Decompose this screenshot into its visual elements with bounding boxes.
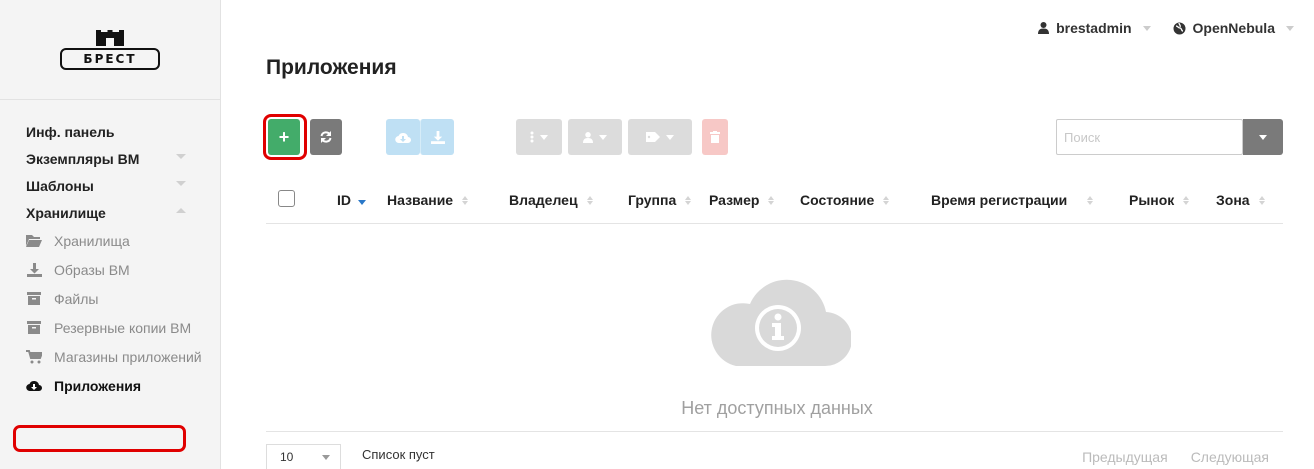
user-icon [583, 131, 593, 143]
user-icon [1038, 22, 1050, 34]
download-icon [26, 262, 42, 277]
sidebar-item-label: Экземпляры ВМ [26, 150, 140, 167]
chevron-down-icon [1286, 25, 1294, 31]
sidebar-item-label: Резервные копии ВМ [54, 319, 192, 336]
table-header: ID Название Владелец Группа Размер Состо… [266, 186, 1283, 224]
sort-icon [1258, 195, 1265, 205]
create-button-highlight [263, 114, 307, 160]
column-header-marketplace[interactable]: Рынок [1129, 192, 1190, 208]
page-size-select[interactable]: 10 [266, 444, 341, 469]
chevron-down-icon [1259, 134, 1267, 140]
sort-icon [586, 195, 593, 205]
import-button[interactable] [386, 119, 420, 155]
sidebar-item-templates[interactable]: Шаблоны [0, 172, 220, 199]
sort-icon [462, 195, 469, 205]
column-header-name[interactable]: Название [387, 192, 469, 208]
table-status: Список пуст [362, 447, 435, 462]
sidebar-item-label: Файлы [54, 290, 99, 307]
prev-page-button[interactable]: Предыдущая [1082, 449, 1168, 465]
tag-icon [646, 132, 660, 142]
shopping-cart-icon [26, 349, 42, 364]
sidebar-item-storage[interactable]: Хранилище [0, 199, 220, 226]
column-header-group[interactable]: Группа [628, 192, 692, 208]
chevron-down-icon [666, 134, 674, 140]
user-name: brestadmin [1056, 20, 1132, 36]
sidebar-item-marketplaces[interactable]: Магазины приложений [0, 342, 220, 371]
logo-area: БРЕСТ [0, 0, 220, 100]
cloud-download-icon [395, 132, 411, 143]
labels-dropdown[interactable] [628, 119, 692, 155]
more-vertical-icon [530, 131, 534, 143]
actions-dropdown[interactable] [516, 119, 562, 155]
sidebar-item-images[interactable]: Образы ВМ [0, 255, 220, 284]
logo-tower-icon [96, 29, 124, 46]
active-item-highlight [13, 425, 186, 452]
sidebar-item-files[interactable]: Файлы [0, 284, 220, 313]
logo-text: БРЕСТ [60, 47, 160, 70]
sort-icon [1183, 195, 1190, 205]
column-header-zone[interactable]: Зона [1216, 192, 1265, 208]
logo[interactable]: БРЕСТ [58, 29, 162, 70]
empty-cloud-info-icon [711, 279, 851, 367]
sidebar-nav: Инф. панель Экземпляры ВМ Шаблоны Хранил… [0, 118, 220, 400]
folder-open-icon [26, 234, 42, 248]
page-title: Приложения [266, 56, 397, 79]
sidebar-item-label: Хранилища [54, 232, 130, 249]
column-header-owner[interactable]: Владелец [509, 192, 593, 208]
chevron-up-icon [176, 208, 186, 213]
delete-button[interactable] [702, 119, 728, 155]
sort-icon [883, 195, 890, 205]
sort-icon [1087, 195, 1094, 205]
search-input[interactable] [1056, 119, 1243, 155]
sidebar-item-label: Хранилище [26, 204, 106, 221]
user-menu[interactable]: brestadmin [1038, 20, 1151, 36]
sort-icon [685, 195, 692, 205]
sort-desc-icon [358, 199, 366, 205]
next-page-button[interactable]: Следующая [1191, 449, 1269, 465]
refresh-button[interactable] [310, 119, 342, 155]
ownership-dropdown[interactable] [568, 119, 622, 155]
pagination: Предыдущая Следующая [1082, 449, 1269, 465]
chevron-down-icon [322, 455, 330, 460]
select-all-checkbox[interactable] [278, 190, 295, 207]
empty-message: Нет доступных данных [681, 398, 873, 418]
column-header-size[interactable]: Размер [709, 192, 775, 208]
download-button[interactable] [420, 119, 454, 155]
chevron-down-icon [176, 154, 186, 159]
download-icon [430, 130, 445, 144]
sidebar-item-label: Образы ВМ [54, 261, 130, 278]
sidebar-item-backups[interactable]: Резервные копии ВМ [0, 313, 220, 342]
globe-icon [1173, 22, 1186, 34]
topbar: brestadmin OpenNebula [1038, 20, 1294, 36]
sidebar-item-apps[interactable]: Приложения [0, 371, 220, 400]
chevron-down-icon [176, 181, 186, 186]
sidebar-item-datastores[interactable]: Хранилища [0, 226, 220, 255]
refresh-icon [320, 131, 332, 143]
table-divider [266, 431, 1283, 432]
sort-icon [768, 195, 775, 205]
column-header-regtime[interactable]: Время регистрации [931, 192, 1094, 208]
sidebar-item-label: Инф. панель [26, 123, 115, 140]
sidebar-item-label: Приложения [54, 377, 142, 394]
chevron-down-icon [1142, 25, 1151, 31]
column-header-id[interactable]: ID [337, 192, 366, 208]
column-header-state[interactable]: Состояние [800, 192, 890, 208]
trash-icon [710, 131, 720, 143]
sidebar-item-label: Магазины приложений [54, 348, 202, 365]
cloud-download-icon [26, 379, 42, 393]
archive-icon [26, 292, 42, 306]
chevron-down-icon [540, 134, 548, 140]
archive-icon [26, 321, 42, 335]
chevron-down-icon [599, 134, 607, 140]
zone-name: OpenNebula [1192, 20, 1275, 36]
sidebar-item-dashboard[interactable]: Инф. панель [0, 118, 220, 145]
sidebar-item-vms[interactable]: Экземпляры ВМ [0, 145, 220, 172]
zone-menu[interactable]: OpenNebula [1173, 20, 1294, 36]
search-options-button[interactable] [1243, 119, 1283, 155]
sidebar: БРЕСТ Инф. панель Экземпляры ВМ Шаблоны … [0, 0, 221, 469]
sidebar-item-label: Шаблоны [26, 177, 94, 194]
